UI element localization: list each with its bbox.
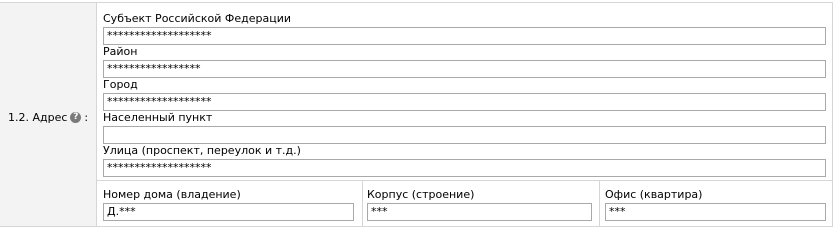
region-input[interactable]: *******************: [103, 27, 826, 45]
divider: [97, 180, 832, 181]
address-section: 1.2. Адрес ? : Субъект Российской Федера…: [0, 0, 833, 230]
help-icon[interactable]: ?: [70, 112, 82, 123]
house-number-label: Номер дома (владение): [103, 188, 241, 201]
city-input[interactable]: *******************: [103, 93, 826, 111]
label-colon: :: [84, 111, 89, 124]
city-label: Город: [103, 78, 138, 91]
address-label-text: 1.2. Адрес: [8, 111, 68, 124]
district-label: Район: [103, 45, 138, 58]
region-label: Субъект Российской Федерации: [103, 12, 292, 25]
settlement-input[interactable]: [103, 126, 826, 144]
divider: [599, 181, 600, 226]
row-label-cell: 1.2. Адрес ? :: [0, 3, 97, 226]
house-number-input[interactable]: Д.***: [103, 203, 354, 221]
street-label: Улица (проспект, переулок и т.д.): [103, 144, 301, 157]
address-label: 1.2. Адрес ? :: [8, 111, 88, 124]
street-input[interactable]: *******************: [103, 159, 826, 177]
office-input[interactable]: ***: [605, 203, 826, 221]
divider: [362, 181, 363, 226]
office-label: Офис (квартира): [605, 188, 703, 201]
building-label: Корпус (строение): [367, 188, 475, 201]
divider: [0, 226, 833, 227]
district-input[interactable]: *****************: [103, 60, 826, 78]
settlement-label: Населенный пункт: [103, 111, 213, 124]
divider: [0, 2, 833, 3]
building-input[interactable]: ***: [367, 203, 592, 221]
